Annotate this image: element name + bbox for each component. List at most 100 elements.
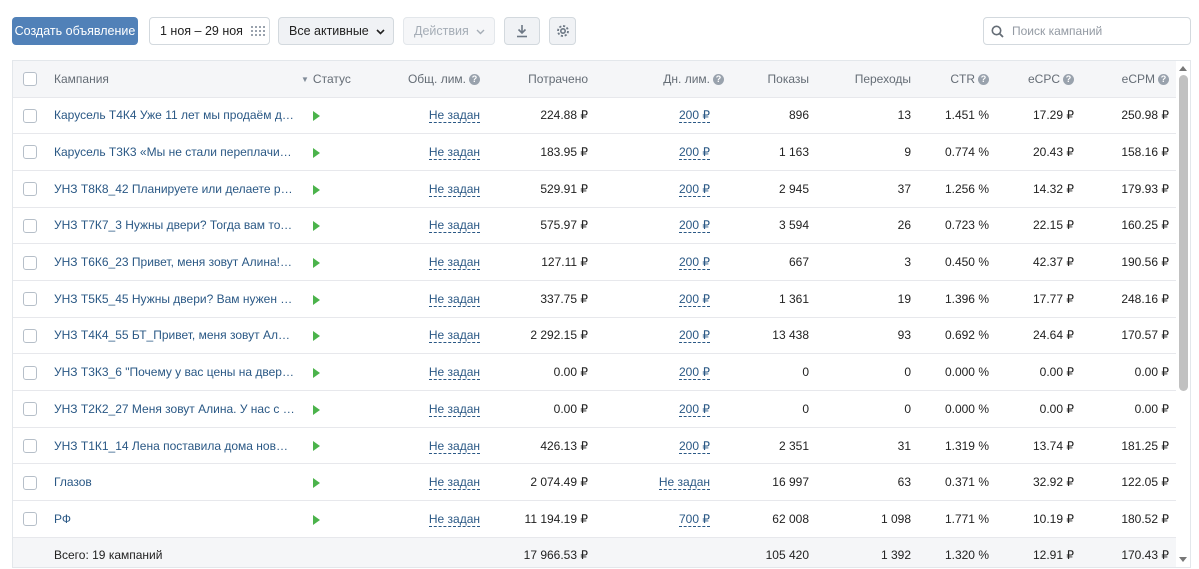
create-ad-button[interactable]: Создать объявление: [12, 17, 138, 45]
daily-limit-link[interactable]: 200 ₽: [679, 108, 710, 124]
settings-button[interactable]: [549, 17, 576, 45]
total-limit-link[interactable]: Не задан: [428, 328, 480, 344]
date-range-picker[interactable]: 1 ноя – 29 ноя: [149, 17, 270, 45]
play-icon[interactable]: [313, 184, 320, 195]
ecpc-cell: 0.00 ₽: [999, 390, 1084, 428]
campaign-name-link[interactable]: УНЗ Т5К5_45 Нужны двери? Вам нужен на...: [45, 280, 301, 318]
total-limit-link[interactable]: Не задан: [428, 218, 480, 234]
table-row[interactable]: УНЗ Т4К4_55 БТ_Привет, меня зовут Алин..…: [13, 317, 1177, 355]
total-limit-link[interactable]: Не задан: [428, 108, 480, 124]
row-checkbox[interactable]: [23, 365, 37, 380]
play-icon[interactable]: [313, 111, 320, 122]
row-checkbox[interactable]: [23, 292, 37, 307]
campaign-name-link[interactable]: УНЗ Т4К4_55 БТ_Привет, меня зовут Алин..…: [45, 317, 301, 355]
table-row[interactable]: УНЗ Т2К2_27 Меня зовут Алина. У нас с м.…: [13, 390, 1177, 428]
total-limit-link[interactable]: Не задан: [428, 438, 480, 454]
campaign-name-link[interactable]: УНЗ Т3К3_6 "Почему у вас цены на двери .…: [45, 353, 301, 391]
table-row[interactable]: Карусель Т4К4 Уже 11 лет мы продаём две.…: [13, 97, 1177, 135]
row-checkbox[interactable]: [23, 402, 37, 417]
play-icon[interactable]: [313, 367, 320, 378]
total-limit-link[interactable]: Не задан: [428, 255, 480, 271]
play-icon[interactable]: [313, 514, 320, 525]
total-limit-link[interactable]: Не задан: [428, 401, 480, 417]
daily-limit-link[interactable]: 200 ₽: [679, 401, 710, 417]
play-icon[interactable]: [313, 147, 320, 158]
col-header-ecpm[interactable]: eCPM?: [1084, 61, 1177, 98]
col-header-daily-limit[interactable]: Дн. лим.?: [614, 61, 732, 98]
table-row[interactable]: УНЗ Т1К1_14 Лена поставила дома новые ..…: [13, 427, 1177, 465]
scroll-up-arrow-icon[interactable]: [1179, 66, 1187, 71]
play-icon[interactable]: [313, 404, 320, 415]
scroll-down-arrow-icon[interactable]: [1179, 557, 1187, 562]
row-checkbox[interactable]: [23, 145, 37, 160]
campaign-name-link[interactable]: Карусель Т3К3 «Мы не стали переплачива..…: [45, 133, 301, 171]
help-icon[interactable]: ?: [978, 73, 989, 85]
campaign-name-link[interactable]: УНЗ Т1К1_14 Лена поставила дома новые ..…: [45, 427, 301, 465]
campaign-name-link[interactable]: УНЗ Т2К2_27 Меня зовут Алина. У нас с м.…: [45, 390, 301, 428]
actions-dropdown[interactable]: Действия: [403, 17, 495, 45]
help-icon[interactable]: ?: [713, 73, 724, 85]
daily-limit-link[interactable]: 200 ₽: [679, 328, 710, 344]
total-limit-link[interactable]: Не задан: [428, 475, 480, 491]
campaign-name-link[interactable]: УНЗ Т6К6_23 Привет, меня зовут Алина! Я …: [45, 243, 301, 281]
col-header-campaign[interactable]: Кампания: [45, 61, 301, 98]
daily-limit-link[interactable]: Не задан: [658, 475, 710, 491]
daily-limit-link[interactable]: 200 ₽: [679, 365, 710, 381]
daily-limit-link[interactable]: 200 ₽: [679, 255, 710, 271]
col-header-status[interactable]: ▼ Статус: [301, 61, 365, 98]
total-limit-link[interactable]: Не задан: [428, 145, 480, 161]
row-checkbox[interactable]: [23, 108, 37, 123]
row-checkbox[interactable]: [23, 438, 37, 453]
play-icon[interactable]: [313, 478, 320, 489]
status-filter-select[interactable]: Все активные: [278, 17, 394, 45]
daily-limit-link[interactable]: 700 ₽: [679, 511, 710, 527]
help-icon[interactable]: ?: [1063, 73, 1074, 85]
play-icon[interactable]: [313, 441, 320, 452]
daily-limit-link[interactable]: 200 ₽: [679, 181, 710, 197]
table-row[interactable]: УНЗ Т8К8_42 Планируете или делаете рем..…: [13, 170, 1177, 208]
row-checkbox[interactable]: [23, 328, 37, 343]
total-limit-link[interactable]: Не задан: [428, 511, 480, 527]
play-icon[interactable]: [313, 221, 320, 232]
table-row[interactable]: УНЗ Т3К3_6 "Почему у вас цены на двери .…: [13, 353, 1177, 391]
daily-limit-link[interactable]: 200 ₽: [679, 291, 710, 307]
total-limit-link[interactable]: Не задан: [428, 365, 480, 381]
play-icon[interactable]: [313, 331, 320, 342]
col-header-clicks[interactable]: Переходы: [819, 61, 921, 98]
row-checkbox[interactable]: [23, 475, 37, 490]
table-row[interactable]: УНЗ Т6К6_23 Привет, меня зовут Алина! Я …: [13, 243, 1177, 281]
col-header-ecpc[interactable]: eCPC?: [999, 61, 1084, 98]
campaign-name-link[interactable]: Карусель Т4К4 Уже 11 лет мы продаём две.…: [45, 97, 301, 135]
col-header-spent[interactable]: Потрачено: [500, 61, 614, 98]
daily-limit-link[interactable]: 200 ₽: [679, 145, 710, 161]
col-header-total-limit[interactable]: Общ. лим.?: [365, 61, 500, 98]
search-input[interactable]: [1012, 24, 1182, 38]
select-all-checkbox[interactable]: [23, 72, 37, 87]
help-icon[interactable]: ?: [1158, 73, 1169, 85]
col-header-impressions[interactable]: Показы: [732, 61, 819, 98]
table-row[interactable]: Глазов Не задан 2 074.49 ₽ Не задан 16 997 63…: [13, 463, 1177, 502]
table-row[interactable]: УНЗ Т7К7_3 Нужны двери? Тогда вам точн..…: [13, 207, 1177, 245]
table-row[interactable]: Карусель Т3К3 «Мы не стали переплачива..…: [13, 133, 1177, 171]
row-checkbox[interactable]: [23, 255, 37, 270]
daily-limit-link[interactable]: 200 ₽: [679, 438, 710, 454]
help-icon[interactable]: ?: [469, 73, 480, 85]
table-row[interactable]: РФ Не задан 11 194.19 ₽ 700 ₽ 62 008 1 098 1.7…: [13, 500, 1177, 538]
col-header-ctr[interactable]: CTR?: [921, 61, 999, 98]
vertical-scrollbar[interactable]: [1176, 61, 1190, 567]
total-limit-link[interactable]: Не задан: [428, 181, 480, 197]
daily-limit-link[interactable]: 200 ₽: [679, 218, 710, 234]
campaign-name-link[interactable]: УНЗ Т8К8_42 Планируете или делаете рем..…: [45, 170, 301, 208]
campaign-name-link[interactable]: УНЗ Т7К7_3 Нужны двери? Тогда вам точн..…: [45, 207, 301, 245]
download-button[interactable]: [504, 17, 540, 45]
row-checkbox[interactable]: [23, 218, 37, 233]
table-row[interactable]: УНЗ Т5К5_45 Нужны двери? Вам нужен на...…: [13, 280, 1177, 318]
play-icon[interactable]: [313, 257, 320, 268]
scrollbar-thumb[interactable]: [1179, 75, 1188, 391]
total-limit-link[interactable]: Не задан: [428, 291, 480, 307]
campaign-name-link[interactable]: Глазов: [45, 463, 301, 502]
campaign-name-link[interactable]: РФ: [45, 500, 301, 538]
row-checkbox[interactable]: [23, 512, 37, 527]
row-checkbox[interactable]: [23, 182, 37, 197]
play-icon[interactable]: [313, 294, 320, 305]
